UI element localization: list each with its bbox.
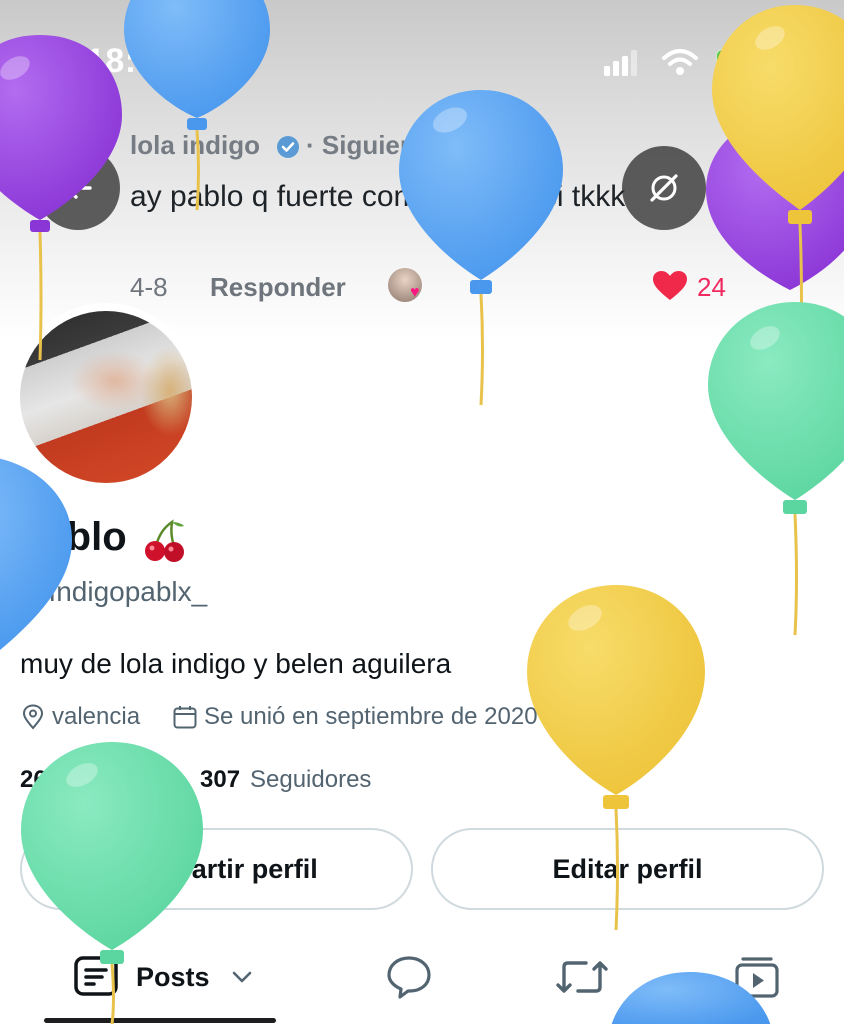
status-time: 18:55 xyxy=(86,42,176,80)
active-tab-indicator xyxy=(44,1018,276,1023)
battery-icon: 68 ⚡ xyxy=(716,49,774,77)
balloon-green-right xyxy=(708,302,844,636)
calendar-icon xyxy=(173,706,197,729)
hide-overlay-button[interactable] xyxy=(622,146,706,230)
signal-icon xyxy=(604,50,637,76)
like-count: 24 xyxy=(697,272,726,302)
cherry-icon xyxy=(145,519,184,562)
edit-profile-button[interactable]: Editar perfil xyxy=(431,828,824,910)
reply-icon[interactable] xyxy=(386,955,432,999)
retweet-icon[interactable] xyxy=(556,955,608,999)
verified-icon xyxy=(277,136,299,158)
location: valencia xyxy=(52,703,141,730)
user-handle: @Indigopablx_ xyxy=(20,576,208,607)
liked-by-author-icon: ♥ xyxy=(410,284,420,301)
heart-icon[interactable] xyxy=(652,270,688,302)
tab-posts[interactable]: Posts xyxy=(136,962,210,993)
following-count[interactable]: 268 xyxy=(20,766,60,794)
comment-author[interactable]: lola indigo xyxy=(130,130,260,161)
bio: muy de lola indigo y belen aguilera xyxy=(20,648,452,679)
followers-count[interactable]: 307 xyxy=(200,766,240,794)
share-profile-button[interactable]: Compartir perfil xyxy=(20,828,413,910)
hide-icon xyxy=(650,174,678,202)
chevron-down-icon[interactable] xyxy=(230,966,254,988)
comment-date: 4-8 xyxy=(130,272,168,302)
posts-icon[interactable] xyxy=(74,956,118,996)
followers-label[interactable]: Seguidores xyxy=(250,766,371,794)
location-arrow-icon xyxy=(192,50,216,74)
join-date: Se unió en septiembre de 2020 xyxy=(204,703,538,730)
battery-level: 68 xyxy=(725,50,751,75)
media-icon[interactable] xyxy=(734,955,780,999)
following-label[interactable]: Siguiendo xyxy=(70,766,177,794)
wifi-icon xyxy=(662,49,698,75)
chevron-right-icon: › xyxy=(553,703,561,730)
follow-status: · Siguiendo xyxy=(306,130,448,160)
back-button[interactable] xyxy=(36,146,120,230)
display-name: pablo xyxy=(20,515,127,559)
pin-icon xyxy=(22,704,44,730)
back-arrow-icon xyxy=(65,177,92,199)
comment-text: ay pablo q fuerte como has creci tkkk xyxy=(130,180,626,213)
reply-button[interactable]: Responder xyxy=(210,272,346,303)
avatar[interactable] xyxy=(20,311,192,483)
